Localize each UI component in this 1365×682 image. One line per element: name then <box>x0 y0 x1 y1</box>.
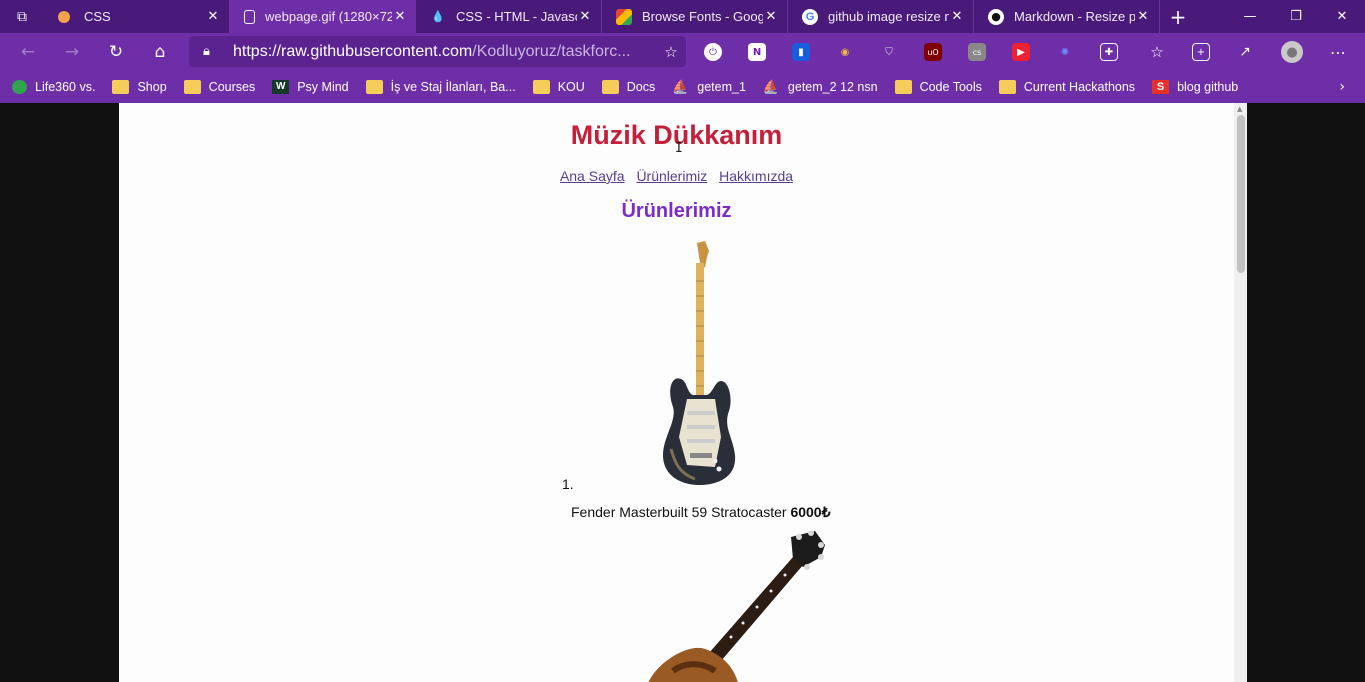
tab-actions-icon[interactable]: ⧉ <box>0 0 44 33</box>
bookmarks-bar: Life360 vs. Shop Courses W Psy Mind İş ve… <box>0 71 1365 103</box>
github-icon: ● <box>988 8 1004 25</box>
life360-icon <box>12 80 27 94</box>
nav-link-products[interactable]: Ürünlerimiz <box>636 168 707 184</box>
onenote-extension-icon[interactable]: N <box>743 38 771 66</box>
bookmark-item[interactable]: Courses <box>183 80 255 94</box>
tab[interactable]: G github image resize markdown ✕ <box>788 0 974 33</box>
google-icon: G <box>802 8 818 25</box>
site-nav: Ana Sayfa Ürünlerimiz Hakkımızda <box>119 168 1234 184</box>
bookmark-item[interactable]: ⛵ getem_1 <box>672 79 746 95</box>
orange-dot-icon <box>58 10 70 23</box>
video-extension-icon[interactable]: ▶ <box>1007 38 1035 66</box>
bookmark-item[interactable]: Life360 vs. <box>12 80 95 94</box>
folder-icon <box>998 80 1016 94</box>
bookmark-item[interactable]: Current Hackathons <box>998 80 1135 94</box>
minimize-icon[interactable]: — <box>1227 0 1273 33</box>
new-tab-button[interactable]: + <box>1160 0 1196 33</box>
blog-icon: S <box>1152 80 1170 94</box>
nav-link-about[interactable]: Hakkımızda <box>719 168 793 184</box>
folder-icon <box>183 80 201 94</box>
favorites-icon[interactable]: ☆ <box>1143 38 1171 66</box>
colorzilla-extension-icon[interactable]: cs <box>963 38 991 66</box>
folder-icon <box>112 80 130 94</box>
profile-avatar[interactable]: ● <box>1278 38 1306 66</box>
tab[interactable]: ● Markdown - Resize pictures ✕ <box>974 0 1160 33</box>
tab-bar: ⧉ CSS ✕ webpage.gif (1280×720) ✕ 💧 CSS -… <box>0 0 1365 33</box>
tab-title: CSS <box>84 9 111 24</box>
close-window-icon[interactable]: ✕ <box>1319 0 1365 33</box>
owl-extension-icon[interactable]: ◉ <box>831 38 859 66</box>
tab-title: github image resize markdown <box>828 9 949 24</box>
page-icon <box>244 9 255 24</box>
forward-arrow-icon[interactable]: → <box>50 36 94 68</box>
product-name: Fender Masterbuilt 59 Stratocaster <box>571 504 787 520</box>
les-paul-image <box>648 531 825 682</box>
close-icon[interactable]: ✕ <box>763 9 779 24</box>
bookmark-item[interactable]: Code Tools <box>894 80 982 94</box>
refresh-icon[interactable]: ↻ <box>94 36 138 68</box>
product-caption: Fender Masterbuilt 59 Stratocaster 6000₺ <box>571 504 831 521</box>
tab-title: Browse Fonts - Google Fonts <box>642 9 763 24</box>
window-controls: — ❐ ✕ <box>1227 0 1365 33</box>
ublock-extension-icon[interactable]: uO <box>919 38 947 66</box>
bookmark-item[interactable]: W Psy Mind <box>272 80 349 94</box>
text-cursor-icon: I <box>675 141 683 156</box>
psymind-icon: W <box>272 80 290 94</box>
bookmark-item[interactable]: Shop <box>112 80 167 94</box>
folder-icon <box>894 80 912 94</box>
share-icon[interactable]: ↗ <box>1231 38 1259 66</box>
folder-icon <box>601 80 619 94</box>
close-icon[interactable]: ✕ <box>949 9 965 24</box>
section-title: Ürünlerimiz <box>621 200 732 222</box>
tab[interactable]: CSS ✕ <box>44 0 230 33</box>
bookmark-item[interactable]: İş ve Staj İlanları, Ba... <box>365 80 516 94</box>
drop-icon: 💧 <box>431 10 445 23</box>
product-price: 6000₺ <box>790 504 831 520</box>
stratocaster-image <box>663 241 736 485</box>
scroll-up-arrow-icon[interactable]: ▲ <box>1237 105 1242 113</box>
shield-extension-icon[interactable]: ⛉ <box>875 38 903 66</box>
folder-icon <box>365 80 383 94</box>
address-bar[interactable]: 🔒︎ https://raw.githubusercontent.com/Kod… <box>189 36 686 67</box>
home-icon[interactable]: ⌂ <box>138 36 182 68</box>
navigation-bar: ← → ↻ ⌂ 🔒︎ https://raw.githubusercontent… <box>0 33 1365 71</box>
extensions-puzzle-icon[interactable]: ✚ <box>1095 38 1123 66</box>
more-menu-icon[interactable]: ⋯ <box>1324 38 1352 66</box>
bookmark-item[interactable]: KOU <box>532 80 585 94</box>
back-arrow-icon[interactable]: ← <box>6 36 50 68</box>
lock-icon: 🔒︎ <box>203 44 210 59</box>
tab-title: CSS - HTML - Javascript <box>456 9 577 24</box>
scrollbar[interactable]: ▲ <box>1234 103 1247 682</box>
favorite-star-icon[interactable]: ☆ <box>656 43 686 61</box>
tab-active[interactable]: webpage.gif (1280×720) ✕ <box>230 0 416 33</box>
scrollbar-thumb[interactable] <box>1237 115 1245 273</box>
restore-icon[interactable]: ❐ <box>1273 0 1319 33</box>
folder-icon <box>532 80 550 94</box>
web-page: Müzik Dükkanım I Ana Sayfa Ürünlerimiz H… <box>119 103 1247 682</box>
close-icon[interactable]: ✕ <box>392 9 408 24</box>
bookmark-item[interactable]: Sblog github <box>1152 80 1238 94</box>
getem-icon: ⛵ <box>762 79 780 94</box>
url-text[interactable]: https://raw.githubusercontent.com/Kodluy… <box>233 43 656 61</box>
tab-title: Markdown - Resize pictures <box>1014 9 1135 24</box>
browser-chrome: ⧉ CSS ✕ webpage.gif (1280×720) ✕ 💧 CSS -… <box>0 0 1365 103</box>
bookmark-item[interactable]: Docs <box>601 80 655 94</box>
list-item-number: 1. <box>562 476 574 492</box>
google-fonts-icon <box>616 8 632 25</box>
nav-link-home[interactable]: Ana Sayfa <box>560 168 625 184</box>
tab[interactable]: 💧 CSS - HTML - Javascript ✕ <box>416 0 602 33</box>
close-icon[interactable]: ✕ <box>1135 9 1151 24</box>
snowflake-extension-icon[interactable]: ✺ <box>1051 38 1079 66</box>
tab[interactable]: Browse Fonts - Google Fonts ✕ <box>602 0 788 33</box>
power-extension-icon[interactable]: ⏻ <box>699 38 727 66</box>
tab-title: webpage.gif (1280×720) <box>265 9 392 24</box>
bitwarden-extension-icon[interactable]: ▮ <box>787 38 815 66</box>
bookmark-item[interactable]: ⛵ getem_2 12 nsn <box>762 79 878 95</box>
close-icon[interactable]: ✕ <box>205 9 221 24</box>
chevron-right-icon[interactable]: › <box>1339 79 1345 95</box>
getem-icon: ⛵ <box>672 79 689 94</box>
collections-icon[interactable]: + <box>1187 38 1215 66</box>
close-icon[interactable]: ✕ <box>577 9 593 24</box>
